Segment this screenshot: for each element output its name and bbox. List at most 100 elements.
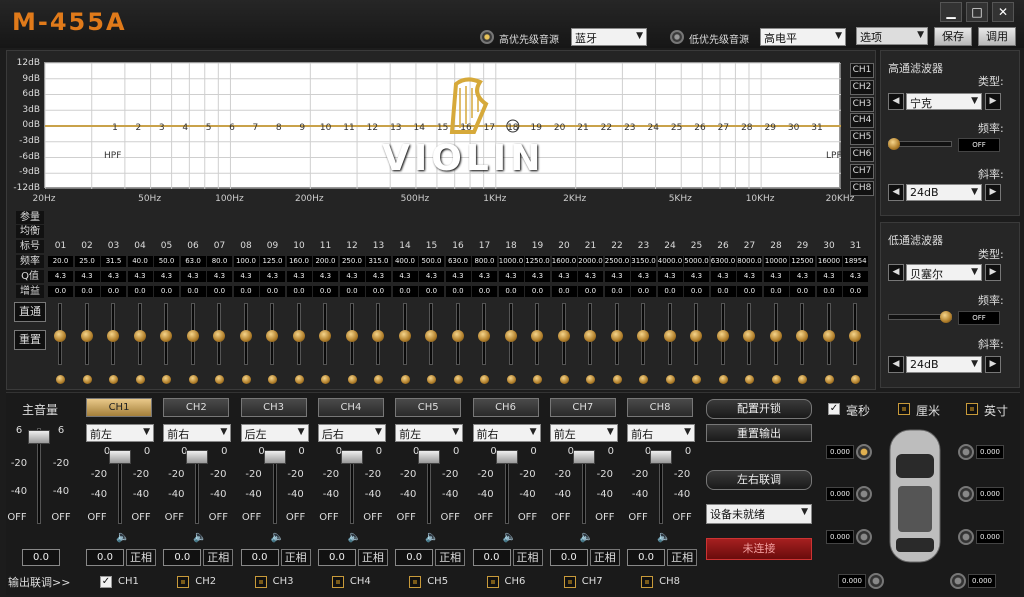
link-checkbox-ch3[interactable] bbox=[254, 576, 267, 588]
eq-band-gain[interactable]: 0.0 bbox=[127, 286, 153, 297]
eq-band-q[interactable]: 4.3 bbox=[657, 271, 683, 282]
eq-band-q[interactable]: 4.3 bbox=[366, 271, 391, 282]
channel-volume-value[interactable]: 0.0 bbox=[163, 549, 202, 566]
eq-point-number[interactable]: 1 bbox=[112, 123, 118, 133]
connect-button[interactable]: 未连接 bbox=[706, 538, 812, 560]
channel-position-select[interactable]: 后右 bbox=[317, 424, 386, 442]
channel-button-ch3[interactable]: CH3 bbox=[240, 398, 307, 417]
channel-phase-button[interactable]: 正相 bbox=[589, 549, 620, 566]
eq-band-link-dot[interactable] bbox=[241, 375, 251, 384]
close-icon[interactable]: ✕ bbox=[992, 2, 1014, 22]
eq-band-slider-knob[interactable] bbox=[451, 330, 464, 342]
channel-position-select[interactable]: 后左 bbox=[240, 424, 309, 442]
eq-band-q[interactable]: 4.3 bbox=[154, 271, 179, 282]
eq-band-link-dot[interactable] bbox=[135, 375, 145, 384]
channel-phase-button[interactable]: 正相 bbox=[203, 549, 234, 566]
eq-band-freq[interactable]: 1250.0 bbox=[525, 256, 550, 267]
lpf-slope-select[interactable]: 24dB bbox=[906, 356, 982, 373]
eq-band-gain[interactable]: 0.0 bbox=[74, 286, 100, 297]
eq-band-freq[interactable]: 5000.0 bbox=[684, 256, 709, 267]
eq-band-gain[interactable]: 0.0 bbox=[790, 286, 815, 297]
eq-band-slider-knob[interactable] bbox=[716, 330, 729, 342]
eq-band-freq[interactable]: 40.0 bbox=[127, 256, 153, 267]
hpf-freq-handle[interactable] bbox=[888, 138, 900, 150]
eq-band-freq[interactable]: 630.0 bbox=[445, 256, 471, 267]
eq-band-q[interactable]: 4.3 bbox=[472, 271, 497, 282]
eq-band-freq[interactable]: 100.0 bbox=[233, 256, 259, 267]
channel-button-ch8[interactable]: CH8 bbox=[627, 398, 694, 417]
speaker-position-icon[interactable] bbox=[958, 486, 974, 502]
graph-channel-button-ch4[interactable]: CH4 bbox=[850, 113, 874, 129]
eq-band-slider-knob[interactable] bbox=[345, 330, 358, 342]
hpf-slope-select[interactable]: 24dB bbox=[906, 184, 982, 201]
eq-band-freq[interactable]: 200.0 bbox=[313, 256, 338, 267]
delay-value[interactable]: 0.000 bbox=[838, 574, 866, 588]
eq-band-link-dot[interactable] bbox=[188, 375, 198, 384]
eq-point-number[interactable]: 4 bbox=[182, 123, 188, 133]
link-checkbox-ch8[interactable] bbox=[641, 576, 654, 588]
eq-band-link-dot[interactable] bbox=[109, 375, 118, 384]
speaker-position-icon[interactable] bbox=[868, 573, 884, 589]
lpf-type-prev-button[interactable]: ◀ bbox=[888, 264, 904, 281]
eq-point-number[interactable]: 12 bbox=[367, 123, 378, 133]
eq-band-freq[interactable]: 16000 bbox=[816, 256, 842, 267]
eq-band-gain[interactable]: 0.0 bbox=[551, 286, 577, 297]
speaker-icon[interactable]: 🔈 bbox=[271, 530, 285, 543]
channel-position-select[interactable]: 前左 bbox=[395, 424, 464, 442]
speaker-position-icon[interactable] bbox=[958, 529, 974, 545]
eq-band-slider-knob[interactable] bbox=[557, 330, 570, 342]
eq-band-slider-knob[interactable] bbox=[292, 330, 305, 342]
channel-position-select[interactable]: 前右 bbox=[163, 424, 232, 442]
hpf-type-select[interactable]: 宁克 bbox=[906, 93, 982, 110]
eq-band-gain[interactable]: 0.0 bbox=[472, 286, 497, 297]
channel-volume-value[interactable]: 0.0 bbox=[240, 549, 279, 566]
eq-band-link-dot[interactable] bbox=[771, 375, 781, 384]
eq-band-link-dot[interactable] bbox=[162, 375, 171, 384]
eq-point-number[interactable]: 10 bbox=[320, 123, 332, 133]
bypass-button[interactable]: 直通 bbox=[14, 302, 46, 322]
channel-phase-button[interactable]: 正相 bbox=[512, 549, 543, 566]
eq-band-freq[interactable]: 80.0 bbox=[207, 256, 232, 267]
eq-band-link-dot[interactable] bbox=[745, 375, 754, 384]
channel-fader-handle[interactable] bbox=[186, 450, 209, 464]
eq-band-link-dot[interactable] bbox=[374, 375, 383, 384]
eq-band-freq[interactable]: 125.0 bbox=[260, 256, 285, 267]
lr-link-button[interactable]: 左右联调 bbox=[706, 470, 812, 490]
master-value[interactable]: 0.0 bbox=[22, 549, 60, 566]
eq-band-q[interactable]: 4.3 bbox=[790, 271, 815, 282]
eq-point-number[interactable]: 13 bbox=[390, 123, 401, 133]
channel-position-select[interactable]: 前右 bbox=[472, 424, 541, 442]
delay-value[interactable]: 0.000 bbox=[968, 574, 996, 588]
speaker-icon[interactable]: 🔈 bbox=[657, 530, 671, 543]
eq-point-number[interactable]: 25 bbox=[671, 123, 682, 133]
eq-band-q[interactable]: 4.3 bbox=[763, 271, 789, 282]
channel-fader-handle[interactable] bbox=[418, 450, 441, 464]
eq-band-freq[interactable]: 1600.0 bbox=[551, 256, 577, 267]
eq-band-q[interactable]: 4.3 bbox=[207, 271, 232, 282]
eq-band-q[interactable]: 4.3 bbox=[392, 271, 418, 282]
eq-band-freq[interactable]: 1000.0 bbox=[498, 256, 524, 267]
graph-channel-button-ch2[interactable]: CH2 bbox=[850, 79, 874, 95]
eq-point-number[interactable]: 5 bbox=[206, 123, 212, 133]
config-unlock-button[interactable]: 配置开锁 bbox=[706, 399, 812, 419]
eq-band-freq[interactable]: 31.5 bbox=[101, 256, 126, 267]
unit-in-checkbox[interactable] bbox=[966, 403, 978, 415]
eq-band-slider-knob[interactable] bbox=[849, 330, 861, 342]
eq-band-q[interactable]: 4.3 bbox=[498, 271, 524, 282]
eq-point-number[interactable]: 29 bbox=[764, 123, 776, 133]
eq-band-gain[interactable]: 0.0 bbox=[313, 286, 338, 297]
eq-point-number[interactable]: 8 bbox=[276, 123, 282, 133]
speaker-position-icon[interactable] bbox=[856, 486, 872, 502]
channel-phase-button[interactable]: 正相 bbox=[126, 549, 156, 566]
lpf-slope-prev-button[interactable]: ◀ bbox=[888, 356, 904, 373]
eq-band-q[interactable]: 4.3 bbox=[816, 271, 842, 282]
eq-band-slider-knob[interactable] bbox=[213, 330, 225, 342]
eq-band-link-dot[interactable] bbox=[559, 375, 569, 384]
eq-point-number[interactable]: 7 bbox=[253, 123, 259, 133]
channel-volume-value[interactable]: 0.0 bbox=[627, 549, 666, 566]
eq-band-gain[interactable]: 0.0 bbox=[101, 286, 126, 297]
hpf-type-prev-button[interactable]: ◀ bbox=[888, 93, 904, 110]
eq-band-link-dot[interactable] bbox=[82, 375, 92, 384]
eq-band-slider-knob[interactable] bbox=[133, 330, 146, 342]
eq-band-link-dot[interactable] bbox=[692, 375, 701, 384]
